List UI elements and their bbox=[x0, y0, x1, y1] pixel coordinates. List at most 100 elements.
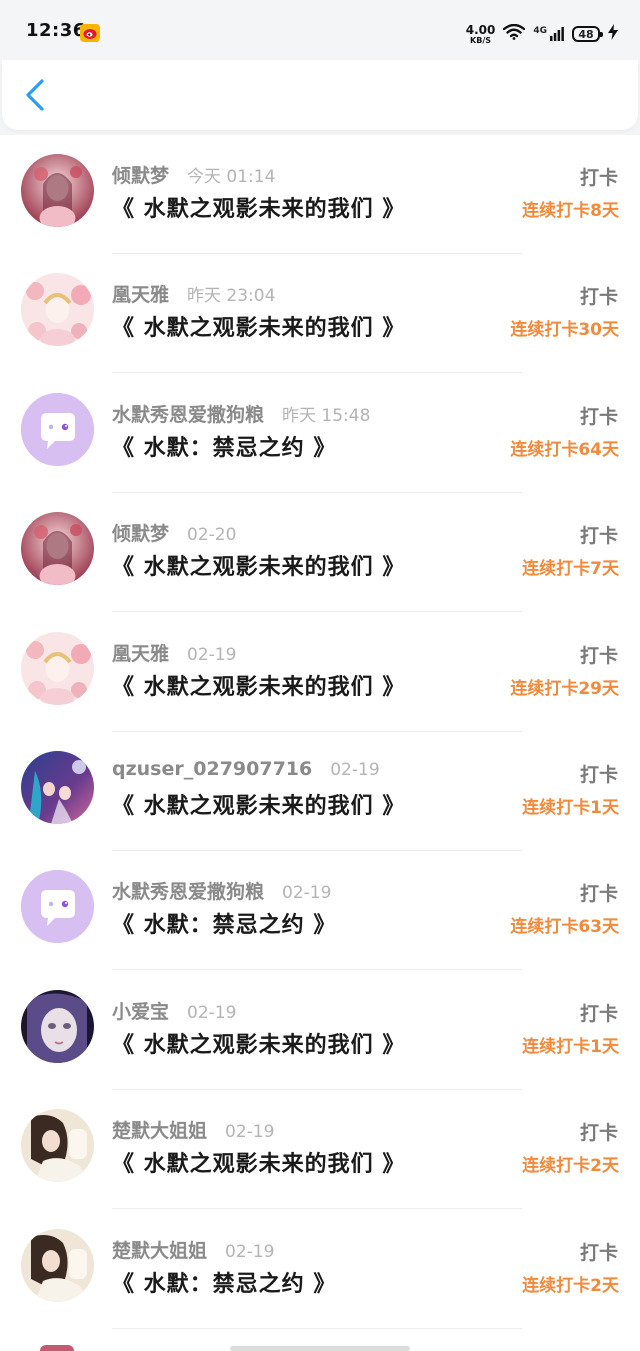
avatar[interactable] bbox=[21, 1229, 94, 1302]
home-indicator bbox=[230, 1346, 410, 1351]
streak-count: 连续打卡8天 bbox=[522, 201, 619, 221]
checkin-label: 打卡 bbox=[579, 1003, 618, 1025]
avatar[interactable] bbox=[21, 632, 94, 705]
checkin-meta: 水默秀恩爱撒狗粮 02-19 bbox=[112, 877, 331, 904]
username[interactable]: 倾默梦 bbox=[112, 161, 169, 188]
checkin-row[interactable]: 楚默大姐姐 02-19 《 水默：禁忌之约 》 打卡连续打卡2天 bbox=[0, 1210, 640, 1329]
book-title-link[interactable]: 《 水默：禁忌之约 》 bbox=[112, 907, 336, 939]
row-divider bbox=[112, 969, 522, 970]
battery-indicator: 48 bbox=[572, 26, 603, 42]
timestamp: 今天 01:14 bbox=[187, 167, 276, 187]
streak-count: 连续打卡63天 bbox=[510, 917, 619, 937]
checkin-meta: 楚默大姐姐 02-19 bbox=[112, 1236, 274, 1263]
timestamp: 02-19 bbox=[282, 883, 332, 903]
avatar[interactable] bbox=[21, 393, 94, 466]
network-speed: 4.00 KB/S bbox=[466, 24, 496, 45]
book-title-link[interactable]: 《 水默之观影未来的我们 》 bbox=[112, 191, 405, 223]
book-title-link[interactable]: 《 水默：禁忌之约 》 bbox=[112, 1266, 336, 1298]
streak-count: 连续打卡7天 bbox=[522, 559, 619, 579]
book-title-link[interactable]: 《 水默之观影未来的我们 》 bbox=[112, 310, 405, 342]
checkin-label: 打卡 bbox=[579, 764, 618, 786]
checkin-meta: 水默秀恩爱撒狗粮 昨天 15:48 bbox=[112, 400, 370, 427]
username[interactable]: 水默秀恩爱撒狗粮 bbox=[112, 400, 264, 427]
checkin-label: 打卡 bbox=[579, 1242, 618, 1264]
checkin-row[interactable]: 楚默大姐姐 02-19 《 水默之观影未来的我们 》 打卡连续打卡2天 bbox=[0, 1090, 640, 1209]
checkin-row[interactable]: 水默秀恩爱撒狗粮 昨天 15:48 《 水默：禁忌之约 》 打卡连续打卡64天 bbox=[0, 374, 640, 493]
timestamp: 02-19 bbox=[187, 645, 237, 665]
signal-label: 4G bbox=[533, 26, 547, 36]
checkin-row[interactable]: 倾默梦 02-20 《 水默之观影未来的我们 》 打卡连续打卡7天 bbox=[0, 493, 640, 612]
weibo-icon bbox=[80, 24, 100, 42]
back-button[interactable] bbox=[22, 78, 50, 112]
streak-count: 连续打卡1天 bbox=[522, 798, 619, 818]
avatar[interactable] bbox=[21, 512, 94, 585]
username[interactable]: qzuser_027907716 bbox=[112, 758, 312, 780]
avatar bbox=[40, 1345, 74, 1351]
book-title-link[interactable]: 《 水默之观影未来的我们 》 bbox=[112, 788, 405, 820]
checkin-meta: 凰天雅 02-19 bbox=[112, 639, 236, 666]
book-title-link[interactable]: 《 水默之观影未来的我们 》 bbox=[112, 1146, 405, 1178]
username[interactable]: 凰天雅 bbox=[112, 639, 169, 666]
row-divider bbox=[112, 1208, 522, 1209]
username[interactable]: 倾默梦 bbox=[112, 519, 169, 546]
checkin-label: 打卡 bbox=[579, 883, 618, 905]
timestamp: 昨天 23:04 bbox=[187, 286, 276, 306]
row-divider bbox=[112, 611, 522, 612]
username[interactable]: 水默秀恩爱撒狗粮 bbox=[112, 877, 264, 904]
checkin-meta: 凰天雅 昨天 23:04 bbox=[112, 280, 275, 307]
checkin-label: 打卡 bbox=[579, 286, 618, 308]
checkin-label: 打卡 bbox=[579, 1122, 618, 1144]
streak-count: 连续打卡29天 bbox=[510, 679, 619, 699]
avatar[interactable] bbox=[21, 154, 94, 227]
checkin-label: 打卡 bbox=[579, 406, 618, 428]
checkin-list: 倾默梦 今天 01:14 《 水默之观影未来的我们 》打卡 连续打卡8天 凰天雅 昨天 2… bbox=[0, 135, 640, 1351]
checkin-row[interactable]: 水默秀恩爱撒狗粮 02-19 《 水默：禁忌之约 》 打卡连续打卡63天 bbox=[0, 851, 640, 970]
status-bar: 12:36 4.00 KB/S 4G 48 bbox=[0, 0, 640, 60]
timestamp: 02-19 bbox=[225, 1122, 275, 1142]
username[interactable]: 小爱宝 bbox=[112, 997, 169, 1024]
checkin-meta: 倾默梦 今天 01:14 bbox=[112, 161, 275, 188]
checkin-meta: 小爱宝 02-19 bbox=[112, 997, 236, 1024]
wifi-icon bbox=[503, 23, 526, 44]
avatar[interactable] bbox=[21, 751, 94, 824]
checkin-label: 打卡 bbox=[579, 525, 618, 547]
network-speed-unit: KB/S bbox=[470, 35, 492, 45]
avatar[interactable] bbox=[21, 870, 94, 943]
avatar[interactable] bbox=[21, 1109, 94, 1182]
book-title-link[interactable]: 《 水默之观影未来的我们 》 bbox=[112, 549, 405, 581]
chevron-left-icon bbox=[26, 79, 44, 111]
nav-header bbox=[2, 60, 638, 130]
book-title-link[interactable]: 《 水默：禁忌之约 》 bbox=[112, 430, 336, 462]
cellular-signal-icon: 4G bbox=[533, 27, 564, 41]
username[interactable]: 凰天雅 bbox=[112, 280, 169, 307]
timestamp: 02-20 bbox=[187, 525, 237, 545]
status-indicators: 4.00 KB/S 4G 48 bbox=[466, 20, 618, 48]
checkin-row[interactable]: 凰天雅 昨天 23:04 《 水默之观影未来的我们 》 打卡连续打卡30天 bbox=[0, 254, 640, 373]
checkin-meta: 倾默梦 02-20 bbox=[112, 519, 236, 546]
charging-icon bbox=[608, 24, 618, 44]
username[interactable]: 楚默大姐姐 bbox=[112, 1236, 207, 1263]
timestamp: 昨天 15:48 bbox=[282, 406, 371, 426]
book-title-link[interactable]: 《 水默之观影未来的我们 》 bbox=[112, 669, 405, 701]
streak-count: 连续打卡64天 bbox=[510, 440, 619, 460]
checkin-row[interactable]: 凰天雅 02-19 《 水默之观影未来的我们 》 打卡 连续打卡29天 bbox=[0, 613, 640, 732]
status-time: 12:36 bbox=[26, 20, 86, 41]
streak-count: 连续打卡2天 bbox=[522, 1156, 619, 1176]
username[interactable]: 楚默大姐姐 bbox=[112, 1116, 207, 1143]
timestamp: 02-19 bbox=[330, 760, 380, 780]
book-title-link[interactable]: 《 水默之观影未来的我们 》 bbox=[112, 1027, 405, 1059]
checkin-meta: 楚默大姐姐 02-19 bbox=[112, 1116, 274, 1143]
row-divider bbox=[112, 372, 522, 373]
streak-count: 连续打卡30天 bbox=[510, 320, 619, 340]
streak-count: 连续打卡1天 bbox=[522, 1037, 619, 1057]
checkin-row[interactable]: qzuser_027907716 02-19 《 水默之观影未来的我们 》 打卡连续打… bbox=[0, 732, 640, 851]
checkin-row[interactable]: 倾默梦 今天 01:14 《 水默之观影未来的我们 》 打卡 连续打卡8天 bbox=[0, 135, 640, 254]
timestamp: 02-19 bbox=[187, 1003, 237, 1023]
avatar[interactable] bbox=[21, 990, 94, 1063]
checkin-row[interactable]: 小爱宝 02-19 《 水默之观影未来的我们 》 打卡连续打卡1天 bbox=[0, 971, 640, 1090]
network-speed-value: 4.00 bbox=[465, 22, 496, 37]
checkin-meta: qzuser_027907716 02-19 bbox=[112, 758, 380, 780]
row-divider bbox=[112, 1328, 522, 1329]
streak-count: 连续打卡2天 bbox=[522, 1276, 619, 1296]
avatar[interactable] bbox=[21, 273, 94, 346]
